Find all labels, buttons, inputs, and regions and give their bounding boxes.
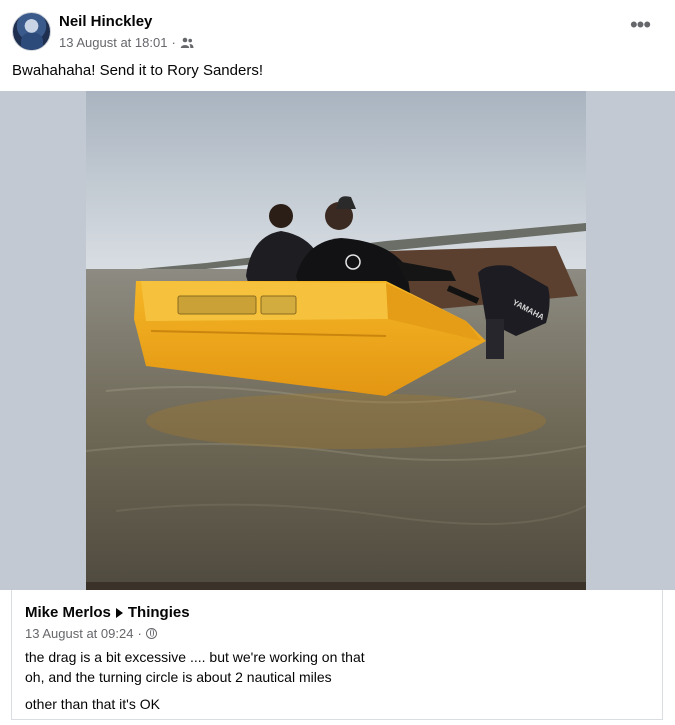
author-avatar[interactable] (12, 12, 51, 51)
skip-boat-photo: YAMAHA (86, 91, 586, 590)
post-header: Neil Hinckley 13 August at 18:01 · ••• B… (0, 0, 675, 90)
post-photo-frame: YAMAHA (0, 91, 675, 590)
shared-text-line: other than that it's OK (25, 696, 160, 712)
shared-post-meta: 13 August at 09:24 · (25, 626, 157, 641)
meta-separator: · (137, 626, 142, 641)
facebook-post: Neil Hinckley 13 August at 18:01 · ••• B… (0, 0, 675, 725)
shared-post-header: Mike Merlos Thingies (25, 604, 190, 621)
shared-author-name[interactable]: Mike Merlos (25, 604, 111, 621)
post-photo[interactable]: YAMAHA (86, 91, 586, 590)
post-timestamp[interactable]: 13 August at 18:01 (59, 35, 167, 50)
friends-icon (180, 37, 194, 49)
shared-text-line: oh, and the turning circle is about 2 na… (25, 669, 332, 685)
shared-post-card[interactable]: Mike Merlos Thingies 13 August at 09:24 … (11, 590, 663, 720)
post-author-name[interactable]: Neil Hinckley (59, 13, 152, 30)
post-caption: Bwahahaha! Send it to Rory Sanders! (12, 62, 263, 79)
post-meta: 13 August at 18:01 · (59, 35, 194, 50)
globe-icon (145, 628, 157, 639)
shared-group-name[interactable]: Thingies (128, 604, 190, 621)
shared-timestamp[interactable]: 13 August at 09:24 (25, 626, 133, 641)
more-options-button[interactable]: ••• (625, 14, 655, 42)
shared-text-line: the drag is a bit excessive .... but we'… (25, 649, 365, 665)
arrow-right-icon (115, 607, 123, 618)
meta-separator: · (171, 35, 176, 50)
